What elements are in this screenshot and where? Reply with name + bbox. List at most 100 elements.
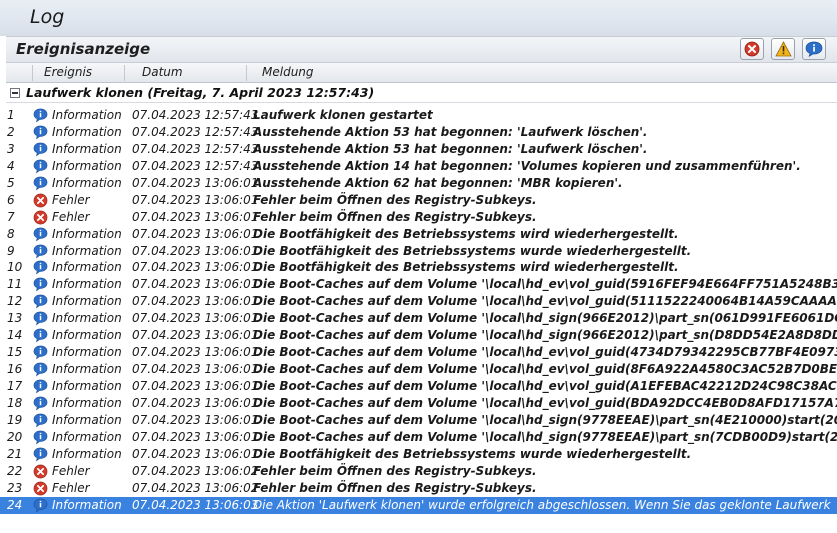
info-icon (33, 498, 48, 513)
event-message: Ausstehende Aktion 53 hat begonnen: 'Lau… (253, 124, 648, 139)
table-row[interactable]: 10 Information 07.04.2023 13:06:01 Die Boot… (0, 259, 837, 276)
error-icon (33, 464, 48, 479)
event-message: Ausstehende Aktion 62 hat begonnen: 'MBR… (253, 175, 623, 190)
event-type: Fehler (52, 480, 90, 495)
row-number: 8 (7, 226, 15, 241)
event-date: 07.04.2023 13:06:01 (132, 395, 259, 410)
event-type: Information (52, 446, 122, 461)
event-type: Fehler (52, 192, 90, 207)
table-row[interactable]: 1 Information 07.04.2023 12:57:43 Laufwerk … (0, 107, 837, 124)
event-date: 07.04.2023 13:06:01 (132, 209, 259, 224)
event-list: 1 Information 07.04.2023 12:57:43 Laufwerk … (0, 107, 837, 514)
table-row[interactable]: 20 Information 07.04.2023 13:06:01 Die Boot… (0, 429, 837, 446)
event-date: 07.04.2023 12:57:43 (132, 108, 259, 122)
event-date: 07.04.2023 12:57:43 (132, 124, 259, 139)
event-type: Information (52, 260, 122, 275)
event-message: Die Bootfähigkeit des Betriebssystems wu… (253, 446, 692, 461)
table-row[interactable]: 14 Information 07.04.2023 13:06:01 Die Boot… (0, 327, 837, 344)
table-row[interactable]: 22 Fehler 07.04.2023 13:06:02 Fehler beim Ö… (0, 463, 837, 480)
table-row[interactable]: 19 Information 07.04.2023 13:06:01 Die Boot… (0, 412, 837, 429)
event-message: Fehler beim Öffnen des Registry-Subkeys. (253, 209, 537, 224)
info-icon (33, 396, 48, 411)
table-row[interactable]: 8 Information 07.04.2023 13:06:01 Die Bootf… (0, 226, 837, 243)
column-separator (32, 65, 33, 81)
column-header-message[interactable]: Meldung (262, 65, 314, 79)
group-row-laufwerk-klonen[interactable]: Laufwerk klonen (Freitag, 7. April 2023 … (6, 84, 837, 102)
row-number: 17 (7, 379, 23, 393)
row-number: 14 (7, 328, 23, 343)
event-type: Information (52, 175, 122, 190)
table-row[interactable]: 12 Information 07.04.2023 13:06:01 Die Boot… (0, 293, 837, 310)
event-type: Information (52, 243, 122, 258)
table-row[interactable]: 13 Information 07.04.2023 13:06:01 Die Boot… (0, 310, 837, 327)
table-row[interactable]: 17 Information 07.04.2023 13:06:01 Die Boot… (0, 378, 837, 395)
warning-filter-button[interactable] (771, 38, 795, 60)
event-message: Fehler beim Öffnen des Registry-Subkeys. (253, 463, 537, 478)
event-date: 07.04.2023 13:06:01 (132, 277, 259, 292)
column-header-event[interactable]: Ereignis (44, 65, 92, 79)
event-message: Fehler beim Öffnen des Registry-Subkeys. (253, 192, 537, 207)
error-filter-button[interactable] (740, 38, 764, 60)
event-date: 07.04.2023 13:06:02 (132, 480, 259, 495)
event-date: 07.04.2023 13:06:01 (132, 192, 259, 207)
table-row[interactable]: 6 Fehler 07.04.2023 13:06:01 Fehler beim Öf… (0, 192, 837, 209)
event-message: Die Boot-Caches auf dem Volume '\local\h… (253, 379, 837, 393)
info-icon (33, 311, 48, 326)
info-icon (33, 277, 48, 292)
table-row[interactable]: 5 Information 07.04.2023 13:06:01 Ausstehen… (0, 175, 837, 192)
table-row[interactable]: 4 Information 07.04.2023 12:57:43 Ausstehen… (0, 158, 837, 175)
event-message: Die Boot-Caches auf dem Volume '\local\h… (253, 395, 837, 410)
table-row[interactable]: 24 Information 07.04.2023 13:06:03 Die Akti… (0, 496, 837, 514)
table-row[interactable]: 2 Information 07.04.2023 12:57:43 Ausstehen… (0, 124, 837, 141)
column-header-date[interactable]: Datum (142, 65, 183, 79)
info-icon (33, 447, 48, 462)
table-row[interactable]: 21 Information 07.04.2023 13:06:01 Die Boot… (0, 446, 837, 463)
panel-title: Ereignisanzeige (16, 40, 151, 58)
info-icon (33, 260, 48, 275)
warning-filter-icon (774, 41, 792, 57)
info-icon (33, 142, 48, 157)
row-number: 18 (7, 395, 23, 410)
error-icon (33, 481, 48, 496)
event-date: 07.04.2023 13:06:01 (132, 175, 259, 190)
row-number: 19 (7, 412, 23, 427)
event-message: Die Boot-Caches auf dem Volume '\local\h… (253, 362, 837, 377)
table-row[interactable]: 18 Information 07.04.2023 13:06:01 Die Boot… (0, 395, 837, 412)
event-date: 07.04.2023 13:06:03 (132, 497, 259, 512)
table-row[interactable]: 23 Fehler 07.04.2023 13:06:02 Fehler beim Ö… (0, 480, 837, 497)
column-separator (246, 65, 247, 81)
info-filter-button[interactable] (802, 38, 826, 60)
table-row[interactable]: 11 Information 07.04.2023 13:06:01 Die Boot… (0, 276, 837, 293)
event-date: 07.04.2023 13:06:01 (132, 311, 259, 326)
table-row[interactable]: 15 Information 07.04.2023 13:06:01 Die Boot… (0, 344, 837, 361)
info-icon (33, 125, 48, 140)
collapse-icon[interactable] (10, 88, 20, 98)
event-message: Die Bootfähigkeit des Betriebssystems wi… (253, 226, 679, 241)
event-type: Information (52, 497, 122, 512)
error-icon (33, 210, 48, 225)
event-message: Die Boot-Caches auf dem Volume '\local\h… (253, 345, 837, 360)
row-number: 4 (7, 158, 15, 173)
row-number: 21 (7, 446, 23, 461)
event-viewer-header: Ereignisanzeige (6, 36, 837, 63)
table-row[interactable]: 16 Information 07.04.2023 13:06:01 Die Boot… (0, 361, 837, 378)
table-row[interactable]: 7 Fehler 07.04.2023 13:06:01 Fehler beim Öf… (0, 209, 837, 226)
window-title: Log (30, 6, 65, 28)
row-number: 2 (7, 124, 15, 139)
table-row[interactable]: 9 Information 07.04.2023 13:06:01 Die Bootf… (0, 243, 837, 260)
event-date: 07.04.2023 13:06:02 (132, 463, 259, 478)
event-message: Die Boot-Caches auf dem Volume '\local\h… (253, 277, 837, 292)
info-icon (33, 362, 48, 377)
event-type: Information (52, 124, 122, 139)
info-icon (33, 430, 48, 445)
event-type: Information (52, 141, 122, 156)
row-number: 23 (7, 480, 23, 495)
error-filter-icon (744, 41, 760, 57)
table-row[interactable]: 3 Information 07.04.2023 12:57:43 Ausstehen… (0, 141, 837, 158)
row-number: 24 (7, 497, 23, 512)
info-icon (33, 328, 48, 343)
event-type: Fehler (52, 463, 90, 478)
event-date: 07.04.2023 13:06:01 (132, 412, 259, 427)
info-icon (33, 379, 48, 394)
row-number: 3 (7, 141, 15, 156)
